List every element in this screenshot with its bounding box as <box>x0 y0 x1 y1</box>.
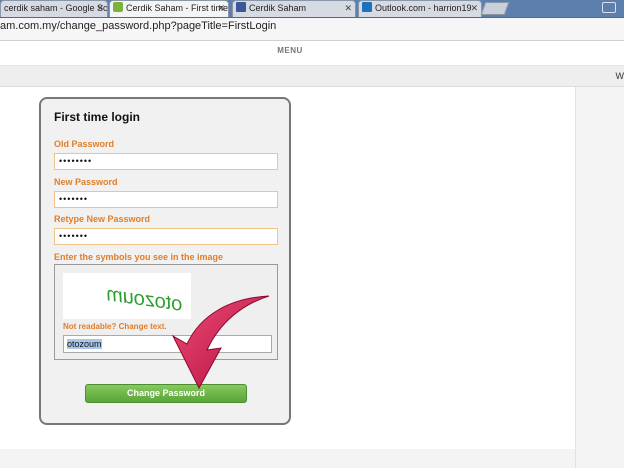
site-sub-strip: W <box>0 66 624 87</box>
close-icon[interactable]: ✕ <box>470 1 478 16</box>
retype-password-label: Retype New Password <box>54 214 151 224</box>
captcha-box: otozoum Not readable? Change text. otozo… <box>54 264 278 360</box>
new-tab-button[interactable] <box>480 2 510 15</box>
browser-tab-cerdik-facebook[interactable]: Cerdik Saham ✕ <box>232 0 356 17</box>
captcha-input-value: otozoum <box>67 339 102 349</box>
captcha-image: otozoum <box>63 273 191 319</box>
outlook-icon <box>362 2 372 12</box>
browser-tab-cerdik-first-time[interactable]: Cerdik Saham - First time ✕ <box>109 0 229 17</box>
browser-tab-strip: cerdik saham - Google Sc ✕ Cerdik Saham … <box>0 0 624 18</box>
retype-password-field[interactable]: ••••••• <box>54 228 278 245</box>
tab-title: cerdik saham - Google Sc <box>4 3 108 13</box>
facebook-icon <box>236 2 246 12</box>
new-password-label: New Password <box>54 177 118 187</box>
tab-title: Cerdik Saham <box>249 3 307 13</box>
address-bar[interactable]: am.com.my/change_password.php?pageTitle=… <box>0 18 624 41</box>
old-password-label: Old Password <box>54 139 115 149</box>
change-password-button[interactable]: Change Password <box>85 384 247 403</box>
site-favicon-icon <box>113 2 123 12</box>
window-control-icon[interactable] <box>602 2 616 13</box>
new-password-field[interactable]: ••••••• <box>54 191 278 208</box>
first-login-panel: First time login Old Password •••••••• N… <box>39 97 291 425</box>
tab-title: Outlook.com - harrion19 <box>375 3 472 13</box>
captcha-distorted-text: otozoum <box>105 283 184 315</box>
captcha-input[interactable]: otozoum <box>63 335 272 353</box>
tab-title: Cerdik Saham - First time <box>126 3 229 13</box>
page-bottom-gutter <box>0 449 575 468</box>
site-menu-bar: MENU <box>0 41 624 66</box>
close-icon[interactable]: ✕ <box>217 1 225 16</box>
browser-tab-google[interactable]: cerdik saham - Google Sc ✕ <box>0 0 108 17</box>
captcha-reload-link[interactable]: Not readable? Change text. <box>63 322 167 331</box>
panel-title: First time login <box>54 110 141 124</box>
url-text[interactable]: am.com.my/change_password.php?pageTitle=… <box>0 20 276 32</box>
browser-tab-outlook[interactable]: Outlook.com - harrion19 ✕ <box>358 0 482 17</box>
old-password-field[interactable]: •••••••• <box>54 153 278 170</box>
captcha-label: Enter the symbols you see in the image <box>54 252 224 262</box>
close-icon[interactable]: ✕ <box>344 1 352 16</box>
menu-button[interactable]: MENU <box>0 46 580 55</box>
close-icon[interactable]: ✕ <box>96 1 104 16</box>
strip-text: W <box>615 71 624 81</box>
page-side-gutter <box>575 87 624 468</box>
